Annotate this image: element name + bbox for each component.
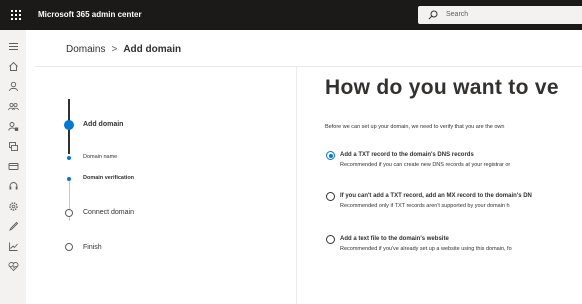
step-finish[interactable]: Finish [83, 244, 102, 251]
intro-text: Before we can set up your domain, we nee… [325, 124, 505, 130]
menu-icon [8, 42, 18, 50]
nav-users[interactable] [5, 78, 21, 94]
nav-home[interactable] [5, 58, 21, 74]
breadcrumb-domains-link[interactable]: Domains [66, 44, 105, 55]
radio-mx-record[interactable] [326, 192, 335, 201]
option-title: If you can't add a TXT record, add an MX… [340, 193, 532, 199]
option-mx-record[interactable]: If you can't add a TXT record, add an MX… [325, 192, 582, 216]
waffle-icon [11, 10, 21, 20]
breadcrumb-separator: > [111, 44, 118, 55]
nav-settings[interactable] [5, 198, 21, 214]
left-nav-rail [0, 30, 26, 304]
home-icon [8, 61, 18, 71]
setup-icon [8, 221, 18, 231]
health-icon [7, 261, 19, 271]
group-icon [7, 102, 19, 110]
nav-resources[interactable] [5, 138, 21, 154]
reports-icon [8, 242, 18, 251]
nav-menu-button[interactable] [5, 38, 21, 54]
nav-teams-groups[interactable] [5, 98, 21, 114]
step-connect-domain[interactable]: Connect domain [83, 209, 134, 216]
stepper-divider [296, 67, 297, 304]
step-marker-finish [65, 243, 73, 251]
step-marker-domain-name [67, 156, 71, 160]
settings-icon [8, 201, 18, 211]
nav-reports[interactable] [5, 238, 21, 254]
nav-support[interactable] [5, 178, 21, 194]
search-box[interactable]: Search [418, 6, 582, 24]
step-add-domain[interactable]: Add domain [83, 121, 123, 128]
option-txt-record[interactable]: Add a TXT record to the domain's DNS rec… [325, 151, 582, 175]
content-panel: Domains > Add domain Add domain Domain n… [35, 30, 582, 304]
breadcrumb-current: Add domain [123, 44, 182, 55]
billing-icon [8, 162, 18, 170]
wizard-stepper: Add domain Domain name Domain verificati… [35, 67, 296, 304]
app-title[interactable]: Microsoft 365 admin center [38, 0, 142, 30]
option-title: Add a text file to the domain's website [340, 236, 449, 242]
breadcrumb: Domains > Add domain [66, 44, 181, 55]
step-domain-name[interactable]: Domain name [83, 154, 117, 160]
search-input[interactable]: Search [446, 6, 468, 24]
option-text-file[interactable]: Add a text file to the domain's website … [325, 235, 582, 259]
resources-icon [8, 141, 18, 151]
user-icon [8, 81, 18, 91]
nav-roles[interactable] [5, 118, 21, 134]
nav-health[interactable] [5, 258, 21, 274]
app-launcher-button[interactable] [5, 4, 27, 26]
nav-billing[interactable] [5, 158, 21, 174]
nav-setup[interactable] [5, 218, 21, 234]
search-icon [428, 10, 438, 20]
roles-icon [7, 121, 18, 131]
option-title: Add a TXT record to the domain's DNS rec… [340, 152, 474, 158]
verification-main: How do you want to ve Before we can set … [325, 67, 582, 304]
top-bar: Microsoft 365 admin center Search [0, 0, 582, 30]
option-description: Recommended if you've already set up a w… [340, 246, 512, 252]
radio-txt-record[interactable] [326, 151, 335, 160]
step-marker-connect-domain [65, 209, 73, 217]
step-marker-add-domain [64, 120, 74, 130]
option-description: Recommended only if TXT records aren't s… [340, 203, 510, 209]
option-description: Recommended if you can create new DNS re… [340, 162, 511, 168]
step-domain-verification[interactable]: Domain verification [83, 175, 134, 181]
page-title: How do you want to ve [325, 76, 559, 99]
step-marker-domain-verification [67, 177, 71, 181]
support-icon [9, 181, 17, 189]
radio-text-file[interactable] [326, 235, 335, 244]
